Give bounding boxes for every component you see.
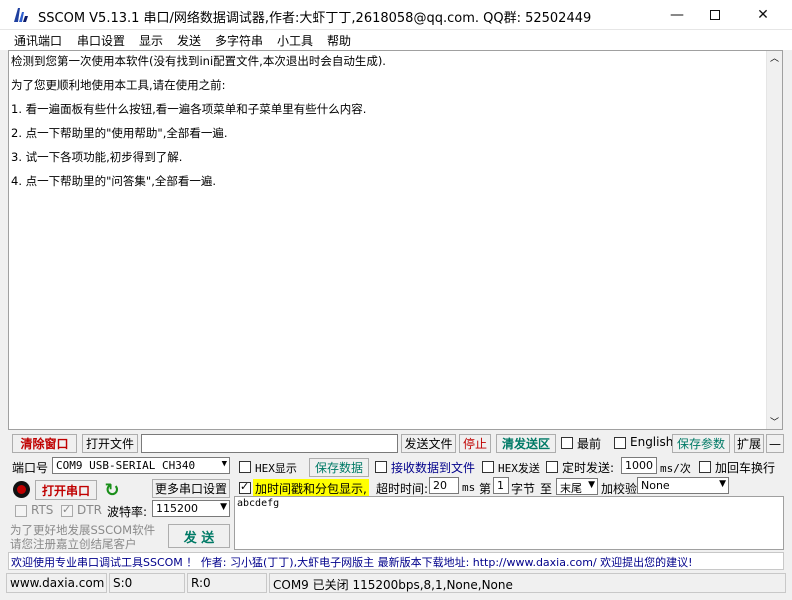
timeout-unit-label: ms bbox=[462, 481, 476, 494]
to-select-value: 末尾 bbox=[560, 482, 582, 495]
english-checkbox[interactable] bbox=[614, 437, 626, 449]
status-sent-count: S:0 bbox=[109, 573, 185, 593]
receive-line: 为了您更顺利地使用本工具,请在使用之前: bbox=[11, 78, 226, 92]
hex-send-label: HEX发送 bbox=[498, 462, 540, 475]
menu-bar: 通讯端口 串口设置 显示 发送 多字符串 小工具 帮助 bbox=[0, 30, 792, 50]
scroll-down-icon[interactable]: ﹀ bbox=[770, 415, 779, 428]
receive-scrollbar[interactable]: ︿ ﹀ bbox=[766, 51, 782, 429]
window-title: SSCOM V5.13.1 串口/网络数据调试器,作者:大虾丁丁,2618058… bbox=[38, 11, 592, 26]
refresh-icon[interactable]: ↻ bbox=[102, 480, 122, 501]
timeout-label: 超时时间: bbox=[376, 482, 429, 496]
timed-send-label: 定时发送: bbox=[562, 461, 615, 475]
title-bar: SSCOM V5.13.1 串口/网络数据调试器,作者:大虾丁丁,2618058… bbox=[0, 0, 792, 30]
recv-to-file-label: 接收数据到文件 bbox=[391, 461, 476, 475]
packet-unit-label: 字节 bbox=[511, 482, 536, 496]
checksum-select-value: None bbox=[641, 479, 670, 492]
promo-line-2: 请您注册嘉立创结尾客户 bbox=[10, 537, 137, 551]
timed-send-checkbox[interactable] bbox=[546, 461, 558, 473]
info-marquee: 欢迎使用专业串口调试工具SSCOM ！ 作者: 习小猛(丁丁),大虾电子网版主 … bbox=[8, 552, 784, 570]
receive-text-area[interactable]: 检测到您第一次使用本软件(没有找到ini配置文件,本次退出时会自动生成). 为了… bbox=[8, 50, 783, 430]
menu-display[interactable]: 显示 bbox=[139, 32, 163, 49]
baud-select-value: 115200 bbox=[156, 502, 198, 515]
status-port-state: COM9 已关闭 115200bps,8,1,None,None bbox=[269, 573, 786, 593]
send-text-area[interactable]: abcdefg bbox=[234, 496, 784, 550]
status-bar: www.daxia.com S:0 R:0 COM9 已关闭 115200bps… bbox=[0, 573, 792, 593]
chevron-down-icon: ▼ bbox=[719, 479, 726, 489]
packet-prefix-label: 第 bbox=[479, 482, 492, 496]
add-crlf-label: 加回车换行 bbox=[715, 461, 776, 475]
baud-select[interactable]: 115200 ▼ bbox=[152, 500, 230, 517]
packet-byte-input[interactable]: 1 bbox=[493, 477, 509, 494]
clear-window-button[interactable]: 清除窗口 bbox=[12, 434, 77, 453]
menu-multi-string[interactable]: 多字符串 bbox=[215, 32, 263, 49]
dtr-label: DTR bbox=[77, 503, 102, 517]
minimize-icon: — bbox=[670, 7, 684, 23]
topmost-checkbox[interactable] bbox=[561, 437, 573, 449]
open-port-button[interactable]: 打开串口 bbox=[35, 480, 97, 500]
receive-line: 1. 看一遍面板有些什么按钮,看一遍各项菜单和子菜单里有些什么内容. bbox=[11, 102, 367, 116]
checksum-label: 加校验 bbox=[601, 482, 638, 496]
expand-button[interactable]: 扩展 bbox=[734, 434, 764, 453]
maximize-button[interactable] bbox=[692, 0, 738, 30]
recv-to-file-checkbox[interactable] bbox=[375, 461, 387, 473]
topmost-label: 最前 bbox=[577, 437, 602, 451]
hex-display-label: HEX显示 bbox=[255, 462, 297, 475]
port-label: 端口号 bbox=[12, 461, 49, 475]
clear-send-button[interactable]: 清发送区 bbox=[496, 434, 556, 453]
menu-send[interactable]: 发送 bbox=[177, 32, 201, 49]
red-dot-icon bbox=[17, 485, 26, 494]
receive-line: 检测到您第一次使用本软件(没有找到ini配置文件,本次退出时会自动生成). bbox=[11, 54, 386, 68]
timed-unit-label: ms/次 bbox=[660, 462, 691, 475]
save-data-button[interactable]: 保存数据 bbox=[309, 458, 369, 477]
status-website[interactable]: www.daxia.com bbox=[6, 573, 107, 593]
send-file-button[interactable]: 发送文件 bbox=[401, 434, 456, 453]
port-select-value: COM9 USB-SERIAL CH340 bbox=[56, 459, 196, 472]
timestamp-checkbox[interactable] bbox=[239, 480, 251, 494]
status-received-count: R:0 bbox=[187, 573, 267, 593]
receive-line: 2. 点一下帮助里的"使用帮助",全部看一遍. bbox=[11, 126, 228, 140]
hex-send-checkbox[interactable] bbox=[482, 461, 494, 473]
receive-line: 3. 试一下各项功能,初步得到了解. bbox=[11, 150, 183, 164]
port-select[interactable]: COM9 USB-SERIAL CH340 ▼ bbox=[52, 457, 230, 474]
menu-tools[interactable]: 小工具 bbox=[277, 32, 313, 49]
collapse-button[interactable]: — bbox=[766, 434, 784, 453]
menu-comm-port[interactable]: 通讯端口 bbox=[14, 32, 62, 49]
chevron-down-icon: ▼ bbox=[221, 459, 227, 469]
baud-label: 波特率: bbox=[107, 505, 148, 519]
hex-display-checkbox[interactable] bbox=[239, 461, 251, 473]
port-status-indicator bbox=[13, 481, 30, 498]
chevron-down-icon: ▼ bbox=[588, 480, 595, 490]
menu-serial-settings[interactable]: 串口设置 bbox=[77, 32, 125, 49]
marquee-text: 欢迎使用专业串口调试工具SSCOM ！ 作者: 习小猛(丁丁),大虾电子网版主 … bbox=[11, 556, 693, 569]
menu-help[interactable]: 帮助 bbox=[327, 32, 351, 49]
open-file-button[interactable]: 打开文件 bbox=[82, 434, 138, 453]
close-button[interactable]: ✕ bbox=[740, 0, 786, 30]
checksum-select[interactable]: None ▼ bbox=[637, 477, 729, 494]
timeout-input[interactable]: 20 bbox=[429, 477, 459, 494]
app-icon bbox=[12, 6, 30, 24]
dtr-checkbox[interactable] bbox=[61, 503, 73, 517]
to-select[interactable]: 末尾 ▼ bbox=[556, 478, 598, 495]
rts-checkbox[interactable] bbox=[15, 505, 27, 517]
file-path-input[interactable] bbox=[141, 434, 398, 453]
stop-button[interactable]: 停止 bbox=[459, 434, 491, 453]
save-params-button[interactable]: 保存参数 bbox=[672, 434, 730, 453]
chevron-down-icon: ▼ bbox=[220, 502, 227, 512]
send-text: abcdefg bbox=[237, 498, 280, 509]
receive-line: 4. 点一下帮助里的"问答集",全部看一遍. bbox=[11, 174, 217, 188]
rts-label: RTS bbox=[31, 503, 54, 517]
to-label: 至 bbox=[540, 482, 553, 496]
close-icon: ✕ bbox=[757, 7, 769, 23]
add-crlf-checkbox[interactable] bbox=[699, 461, 711, 473]
scroll-up-icon[interactable]: ︿ bbox=[770, 51, 779, 64]
more-port-settings-button[interactable]: 更多串口设置 bbox=[152, 479, 230, 498]
english-label: English bbox=[630, 435, 674, 449]
send-button[interactable]: 发 送 bbox=[168, 524, 230, 548]
maximize-icon bbox=[710, 10, 720, 20]
timed-interval-input[interactable]: 1000 bbox=[621, 457, 657, 474]
